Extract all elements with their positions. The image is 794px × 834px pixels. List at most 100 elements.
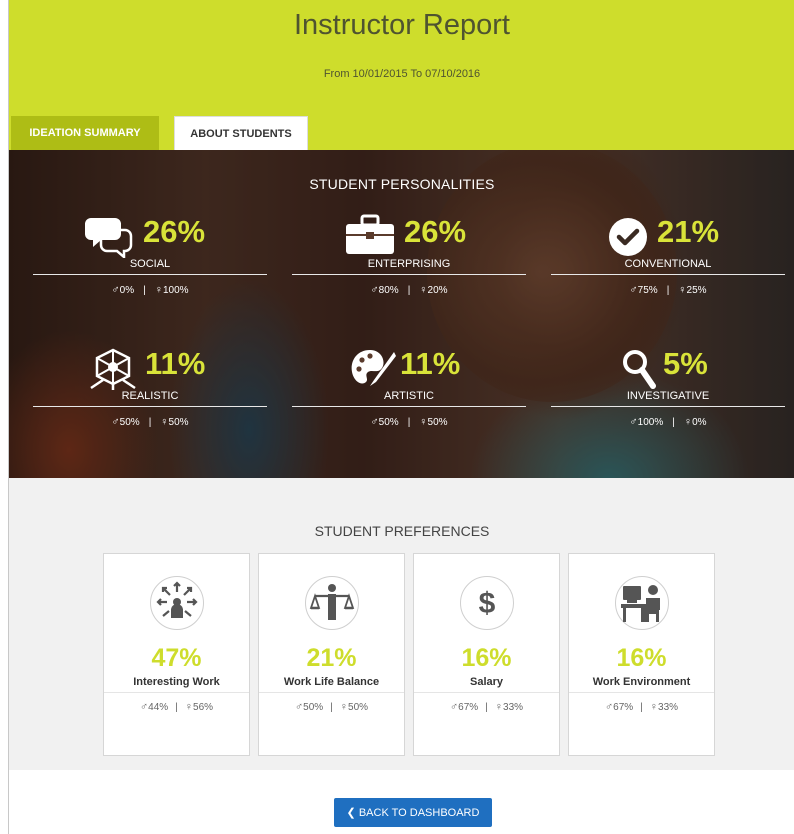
- female-icon: ♀: [494, 701, 504, 713]
- preference-percent: 21%: [306, 644, 357, 672]
- female-percent: 56%: [193, 702, 214, 713]
- preference-salary: $ 16% Salary ♂67% | ♀33%: [413, 553, 560, 756]
- personality-investigative: 5% INVESTIGATIVE ♂100% | ♀0%: [551, 346, 785, 436]
- gender-split: ♂67% | ♀33%: [604, 701, 679, 713]
- preference-work-life-balance: 21% Work Life Balance ♂50% | ♀50%: [258, 553, 405, 756]
- personality-label: CONVENTIONAL: [624, 258, 712, 270]
- preference-percent: 16%: [461, 644, 512, 672]
- personality-label: ENTERPRISING: [367, 258, 451, 270]
- preference-label: Work Environment: [592, 676, 691, 688]
- preference-label: Work Life Balance: [283, 676, 380, 688]
- female-icon: ♀: [678, 284, 687, 296]
- personalities-panel: STUDENT PERSONALITIES 26% SOCIAL ♂0% | ♀10…: [9, 150, 794, 478]
- female-icon: ♀: [419, 284, 428, 296]
- preference-percent: 47%: [151, 644, 202, 672]
- personality-label: REALISTIC: [121, 390, 179, 402]
- gender-split: ♂67% | ♀33%: [449, 701, 524, 713]
- svg-text:$: $: [479, 587, 496, 620]
- desk-computer-icon: [615, 576, 669, 630]
- personality-percent: 21%: [657, 214, 720, 249]
- female-icon: ♀: [154, 284, 163, 296]
- personality-realistic: 11% REALISTIC ♂50% | ♀50%: [33, 346, 267, 436]
- personality-percent: 26%: [404, 214, 467, 249]
- female-icon: ♀: [683, 416, 693, 428]
- female-percent: 50%: [427, 417, 448, 428]
- personality-enterprising: 26% ENTERPRISING ♂80% | ♀20%: [292, 214, 526, 304]
- male-percent: 100%: [637, 417, 664, 428]
- male-icon: ♂: [370, 284, 379, 296]
- preference-percent: 16%: [616, 644, 667, 672]
- preference-work-environment: 16% Work Environment ♂67% | ♀33%: [568, 553, 715, 756]
- report-header: Instructor Report From 10/01/2015 To 07/…: [9, 0, 794, 150]
- personality-percent: 11%: [400, 346, 461, 381]
- personality-percent: 11%: [145, 346, 206, 381]
- male-percent: 0%: [119, 285, 135, 296]
- speech-bubbles-icon: [85, 214, 145, 264]
- male-icon: ♂: [629, 416, 638, 428]
- male-icon: ♂: [111, 284, 120, 296]
- back-to-dashboard-button[interactable]: ❮ BACK TO DASHBOARD: [334, 798, 492, 827]
- female-percent: 20%: [427, 285, 448, 296]
- male-percent: 67%: [613, 702, 634, 713]
- female-percent: 50%: [168, 417, 189, 428]
- preference-interesting-work: 47% Interesting Work ♂44% | ♀56%: [103, 553, 250, 756]
- tab-ideation-summary[interactable]: IDEATION SUMMARY: [11, 116, 159, 150]
- personality-artistic: 11% ARTISTIC ♂50% | ♀50%: [292, 346, 526, 436]
- female-percent: 25%: [686, 285, 707, 296]
- female-icon: ♀: [419, 416, 428, 428]
- male-icon: ♂: [139, 701, 149, 713]
- gender-split: ♂75% | ♀25%: [629, 284, 707, 296]
- personalities-heading: STUDENT PERSONALITIES: [309, 176, 495, 192]
- female-percent: 50%: [348, 702, 369, 713]
- gender-split: ♂50% | ♀50%: [370, 416, 448, 428]
- male-percent: 80%: [378, 285, 399, 296]
- gender-split: ♂100% | ♀0%: [629, 416, 707, 428]
- female-icon: ♀: [649, 701, 659, 713]
- male-percent: 50%: [303, 702, 324, 713]
- male-icon: ♂: [629, 284, 638, 296]
- female-percent: 33%: [658, 702, 679, 713]
- male-icon: ♂: [111, 416, 120, 428]
- preferences-heading: STUDENT PREFERENCES: [314, 523, 490, 539]
- dollar-icon: $: [460, 576, 514, 630]
- personality-label: ARTISTIC: [384, 390, 434, 402]
- directions-person-icon: [150, 576, 204, 630]
- male-percent: 50%: [119, 417, 140, 428]
- cube-structure-icon: [89, 346, 149, 396]
- male-percent: 44%: [148, 702, 169, 713]
- briefcase-icon: [344, 214, 404, 264]
- male-icon: ♂: [294, 701, 304, 713]
- male-icon: ♂: [370, 416, 379, 428]
- palette-icon: [348, 346, 408, 396]
- balance-scale-person-icon: [305, 576, 359, 630]
- female-percent: 0%: [692, 417, 707, 428]
- personality-label: INVESTIGATIVE: [626, 390, 710, 402]
- date-range: From 10/01/2015 To 07/10/2016: [323, 68, 481, 80]
- personality-conventional: 21% CONVENTIONAL ♂75% | ♀25%: [551, 214, 785, 304]
- male-percent: 75%: [637, 285, 658, 296]
- personality-social: 26% SOCIAL ♂0% | ♀100%: [33, 214, 267, 304]
- female-percent: 100%: [162, 285, 189, 296]
- gender-split: ♂50% | ♀50%: [294, 701, 369, 713]
- gender-split: ♂0% | ♀100%: [111, 284, 189, 296]
- personality-percent: 5%: [663, 346, 708, 381]
- gender-split: ♂50% | ♀50%: [111, 416, 189, 428]
- page-title: Instructor Report: [294, 9, 510, 41]
- female-icon: ♀: [184, 701, 194, 713]
- female-icon: ♀: [160, 416, 169, 428]
- report-page: Instructor Report From 10/01/2015 To 07/…: [8, 0, 794, 834]
- personality-label: SOCIAL: [129, 258, 171, 270]
- male-percent: 67%: [458, 702, 479, 713]
- gender-split: ♂80% | ♀20%: [370, 284, 448, 296]
- preference-label: Salary: [469, 676, 504, 688]
- preference-label: Interesting Work: [133, 676, 220, 688]
- female-icon: ♀: [339, 701, 349, 713]
- personality-percent: 26%: [143, 214, 206, 249]
- male-icon: ♂: [604, 701, 614, 713]
- preferences-panel: STUDENT PREFERENCES 47% Interesting Work: [9, 478, 794, 770]
- male-percent: 50%: [378, 417, 399, 428]
- gender-split: ♂44% | ♀56%: [139, 701, 214, 713]
- female-percent: 33%: [503, 702, 524, 713]
- male-icon: ♂: [449, 701, 459, 713]
- tab-about-students[interactable]: ABOUT STUDENTS: [174, 116, 308, 150]
